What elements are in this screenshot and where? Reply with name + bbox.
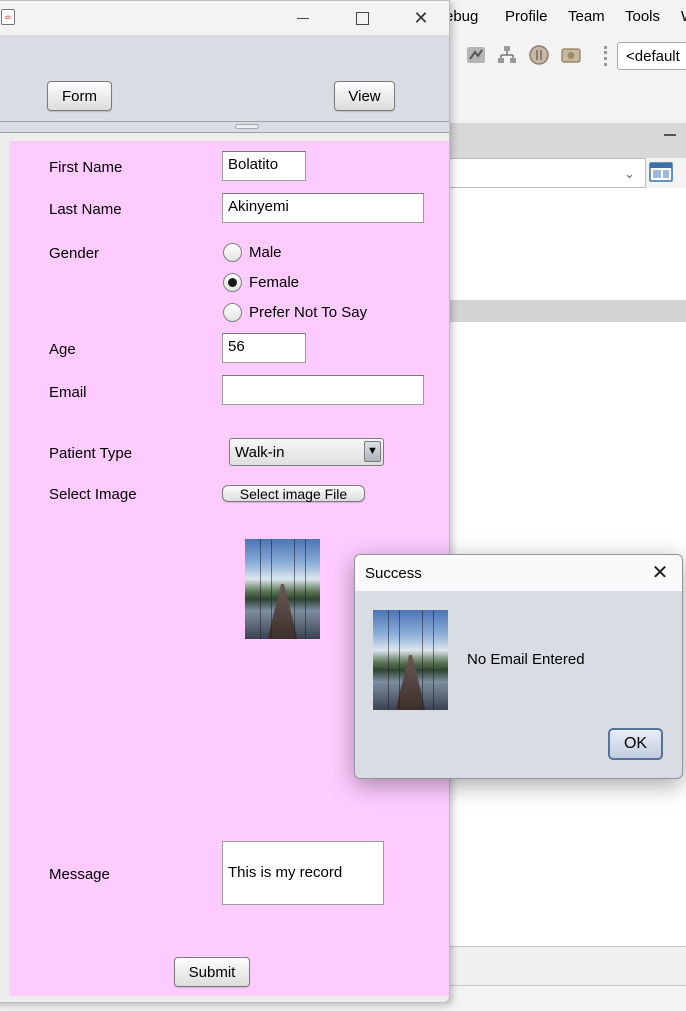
profile-icon[interactable] — [465, 44, 487, 66]
menu-profile[interactable]: Profile — [505, 8, 548, 25]
java-icon: ☕ — [1, 9, 15, 25]
submit-button[interactable]: Submit — [174, 957, 250, 987]
patient-type-combo[interactable]: Walk-in ▼ — [229, 438, 384, 466]
dialog-title: Success — [365, 565, 422, 582]
ide-panel-header — [440, 123, 686, 158]
view-button[interactable]: View — [334, 81, 395, 111]
gender-option-label: Female — [249, 274, 300, 291]
ide-status-area — [440, 946, 686, 986]
menu-team[interactable]: Team — [568, 8, 605, 25]
combo-arrow-icon[interactable]: ▼ — [364, 441, 381, 462]
chevron-down-icon[interactable]: ⌄ — [624, 166, 635, 182]
ide-panel-content — [440, 188, 686, 300]
success-dialog: Success ✕ No Email Entered OK — [354, 554, 683, 779]
panel-layout-icon[interactable] — [648, 160, 674, 184]
last-name-field[interactable]: Akinyemi — [222, 193, 424, 223]
minimize-icon[interactable] — [280, 5, 326, 31]
first-name-field[interactable]: Bolatito — [222, 151, 306, 181]
message-label: Message — [49, 866, 110, 883]
menu-tools[interactable]: Tools — [625, 8, 660, 25]
select-image-label: Select Image — [49, 486, 137, 503]
maximize-icon[interactable] — [339, 5, 385, 31]
radio-button[interactable] — [223, 303, 242, 322]
close-icon[interactable]: ✕ — [645, 561, 675, 585]
dialog-message: No Email Entered — [467, 651, 585, 668]
radio-button[interactable] — [223, 243, 242, 262]
radio-button-selected[interactable] — [223, 273, 242, 292]
first-name-label: First Name — [49, 159, 123, 176]
ide-panel-divider — [440, 300, 686, 322]
top-panel: Form View — [0, 35, 449, 121]
gender-option-label: Male — [249, 244, 282, 261]
configuration-combo[interactable]: <default — [617, 42, 686, 70]
menu-window[interactable]: W — [681, 8, 686, 25]
gender-label: Gender — [49, 245, 100, 262]
split-pane-divider[interactable] — [0, 121, 449, 133]
patient-form-window: ☕ ✕ Form View First Name Bolatito Last N… — [0, 0, 450, 1003]
close-icon[interactable]: ✕ — [398, 5, 444, 31]
divider-grip[interactable] — [235, 124, 259, 129]
form-button[interactable]: Form — [47, 81, 112, 111]
patient-type-label: Patient Type — [49, 445, 133, 462]
message-textarea[interactable]: This is my record — [222, 841, 384, 905]
age-label: Age — [49, 341, 76, 358]
hierarchy-icon[interactable] — [496, 44, 518, 66]
email-field[interactable] — [222, 375, 424, 405]
snapshot-icon[interactable] — [560, 44, 582, 66]
selected-image-preview — [245, 539, 320, 639]
ide-panel-select[interactable] — [440, 158, 646, 188]
dialog-titlebar: Success ✕ — [355, 555, 682, 591]
gender-option-label: Prefer Not To Say — [249, 304, 368, 321]
ok-button[interactable]: OK — [608, 728, 663, 760]
menu-debug[interactable]: ebug — [445, 8, 478, 25]
patient-type-value: Walk-in — [235, 444, 285, 461]
window-titlebar: ☕ ✕ — [0, 1, 449, 35]
dialog-image-icon — [373, 610, 448, 710]
panel-minimize-icon[interactable] — [664, 134, 676, 136]
toolbar-separator — [604, 46, 607, 66]
select-image-file-button[interactable]: Select image File — [222, 485, 365, 502]
record-icon[interactable] — [528, 44, 550, 66]
age-field[interactable]: 56 — [222, 333, 306, 363]
last-name-label: Last Name — [49, 201, 122, 218]
email-label: Email — [49, 384, 87, 401]
